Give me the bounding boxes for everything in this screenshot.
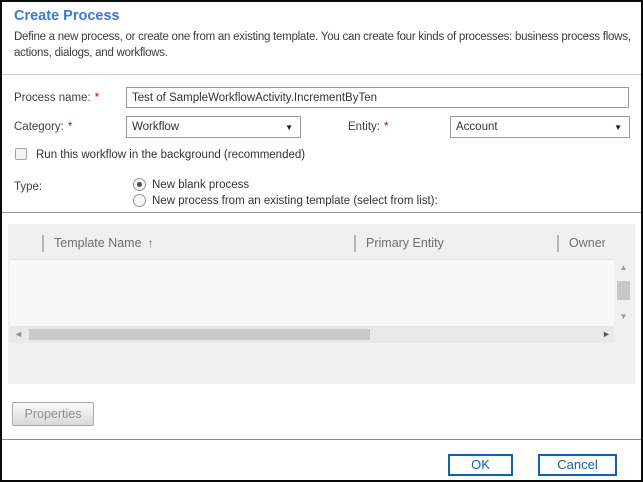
dialog-description: Define a new process, or create one from… (14, 29, 638, 61)
dialog-title: Create Process (14, 8, 120, 24)
template-list: Template Name↑ Primary Entity Owner ▲ ▼ … (8, 224, 635, 384)
category-select[interactable]: Workflow ▼ (126, 116, 301, 138)
column-separator (42, 235, 44, 252)
category-label: Category:* (14, 121, 72, 133)
entity-label: Entity:* (348, 121, 388, 133)
divider (2, 439, 641, 440)
column-header-primary-entity[interactable]: Primary Entity (366, 236, 444, 250)
template-list-viewport (10, 259, 614, 326)
vertical-scrollbar[interactable]: ▲ ▼ (614, 259, 633, 326)
cancel-button[interactable]: Cancel (538, 454, 617, 476)
divider (2, 212, 641, 213)
scroll-up-icon[interactable]: ▲ (614, 263, 633, 273)
vertical-scroll-thumb[interactable] (617, 281, 630, 300)
column-separator (354, 235, 356, 252)
dropdown-arrow-icon: ▼ (285, 123, 300, 132)
description-line: Define a new process, or create one from… (14, 29, 638, 45)
column-header-owner[interactable]: Owner (569, 236, 605, 250)
process-name-input[interactable] (126, 87, 629, 108)
entity-selected-value: Account (451, 121, 614, 133)
type-option-from-template-label: New process from an existing template (s… (152, 195, 438, 207)
scroll-down-icon[interactable]: ▼ (614, 312, 633, 322)
required-asterisk: * (68, 121, 72, 133)
ok-button[interactable]: OK (448, 454, 513, 476)
column-separator (557, 235, 559, 252)
properties-button[interactable]: Properties (12, 402, 94, 426)
run-in-background-checkbox[interactable] (15, 148, 27, 160)
process-name-label: Process name:* (14, 92, 99, 104)
horizontal-scrollbar[interactable]: ◄ ► (10, 326, 614, 343)
horizontal-scroll-thumb[interactable] (29, 329, 370, 340)
dropdown-arrow-icon: ▼ (614, 123, 629, 132)
type-option-new-blank-label: New blank process (152, 179, 249, 191)
type-option-from-template-radio[interactable] (133, 194, 146, 207)
type-label: Type: (14, 181, 42, 193)
run-in-background-label: Run this workflow in the background (rec… (36, 149, 305, 161)
column-header-template-name[interactable]: Template Name↑ (54, 236, 154, 250)
scroll-right-icon[interactable]: ► (602, 329, 611, 340)
required-asterisk: * (95, 92, 99, 104)
create-process-dialog: Create Process Define a new process, or … (0, 0, 643, 482)
sort-ascending-icon: ↑ (148, 236, 154, 250)
divider (2, 74, 641, 75)
entity-select[interactable]: Account ▼ (450, 116, 630, 138)
description-line: actions, dialogs, and workflows. (14, 45, 638, 61)
type-option-new-blank-radio[interactable] (133, 178, 146, 191)
required-asterisk: * (384, 121, 388, 133)
scroll-left-icon[interactable]: ◄ (14, 329, 23, 340)
category-selected-value: Workflow (127, 121, 285, 133)
